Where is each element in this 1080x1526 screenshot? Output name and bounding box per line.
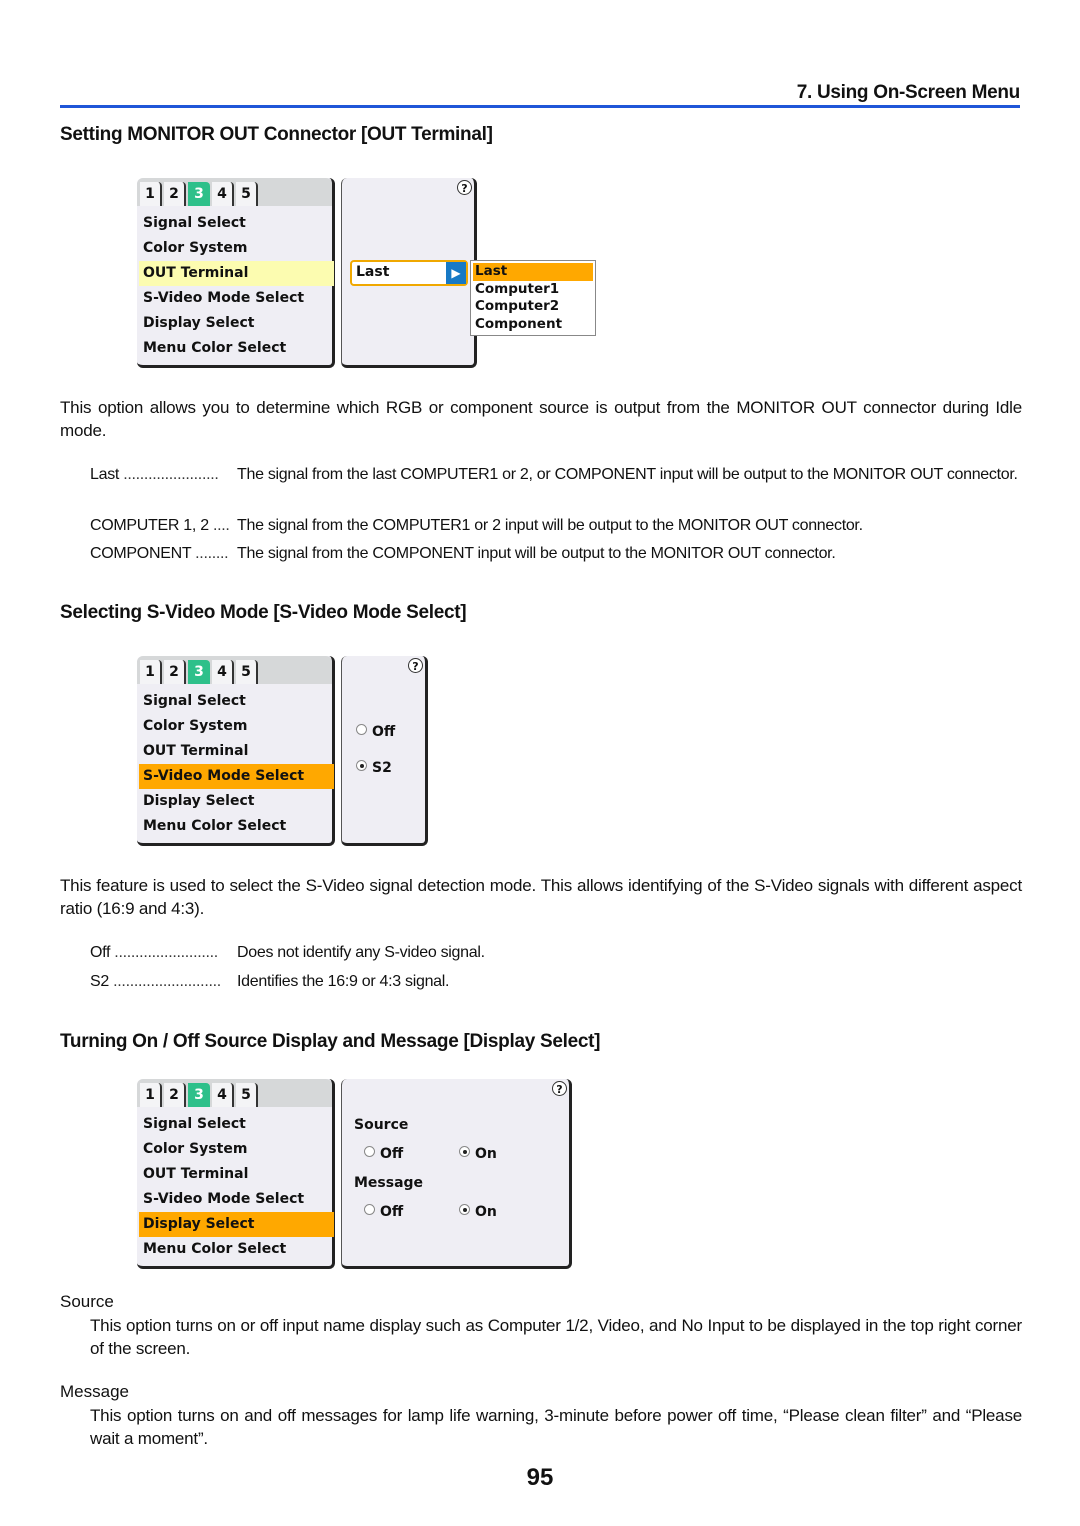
out-terminal-select-value: Last bbox=[356, 264, 390, 280]
source-radio-off[interactable]: Off bbox=[364, 1146, 403, 1162]
radio-unchecked-icon bbox=[364, 1146, 375, 1157]
radio-option-off[interactable]: Off bbox=[356, 724, 395, 740]
chapter-title: 7. Using On-Screen Menu bbox=[796, 82, 1021, 103]
osd-item-out-terminal[interactable]: OUT Terminal bbox=[139, 739, 334, 764]
osd-tab-4[interactable]: 4 bbox=[212, 1083, 234, 1107]
source-description: This option turns on or off input name d… bbox=[90, 1316, 1022, 1358]
definition-desc: Does not identify any S-video signal. bbox=[237, 944, 485, 961]
s-video-description: This feature is used to select the S-Vid… bbox=[60, 876, 1022, 918]
osd-item-menu-color-select[interactable]: Menu Color Select bbox=[139, 814, 334, 839]
osd-menu-panel: 1 2 3 4 5 Signal Select Color System OUT… bbox=[137, 1079, 335, 1269]
osd-tab-bar: 1 2 3 4 5 bbox=[137, 1079, 332, 1107]
dropdown-option-computer2[interactable]: Computer2 bbox=[473, 298, 593, 316]
osd-item-display-select[interactable]: Display Select bbox=[139, 1212, 334, 1237]
section-heading-display-select: Turning On / Off Source Display and Mess… bbox=[60, 1031, 601, 1052]
definition-term: COMPONENT bbox=[90, 545, 192, 562]
osd-item-signal-select[interactable]: Signal Select bbox=[139, 689, 334, 714]
osd-tab-5[interactable]: 5 bbox=[236, 182, 258, 206]
chevron-right-icon[interactable]: ▶ bbox=[446, 262, 466, 284]
osd-tab-4[interactable]: 4 bbox=[212, 660, 234, 684]
message-description: This option turns on and off messages fo… bbox=[90, 1406, 1022, 1448]
osd-tab-bar: 1 2 3 4 5 bbox=[137, 656, 332, 684]
osd-item-menu-color-select[interactable]: Menu Color Select bbox=[139, 336, 334, 361]
osd-item-s-video-mode-select[interactable]: S-Video Mode Select bbox=[139, 1187, 334, 1212]
definition-term: COMPUTER 1, 2 bbox=[90, 517, 209, 534]
source-radio-on[interactable]: On bbox=[459, 1146, 497, 1162]
osd-tab-5[interactable]: 5 bbox=[236, 1083, 258, 1107]
page-number: 95 bbox=[526, 1464, 554, 1491]
dropdown-option-computer1[interactable]: Computer1 bbox=[473, 281, 593, 299]
definition-term: S2 bbox=[90, 973, 109, 990]
osd-item-menu-color-select[interactable]: Menu Color Select bbox=[139, 1237, 334, 1262]
definition-desc: The signal from the COMPONENT input will… bbox=[237, 545, 836, 562]
message-label: Message bbox=[60, 1382, 129, 1401]
radio-checked-icon bbox=[356, 760, 367, 771]
osd-tab-3[interactable]: 3 bbox=[188, 1083, 210, 1107]
osd-tab-1[interactable]: 1 bbox=[140, 182, 162, 206]
osd-item-s-video-mode-select[interactable]: S-Video Mode Select bbox=[139, 286, 334, 311]
radio-unchecked-icon bbox=[356, 724, 367, 735]
message-group-label: Message bbox=[354, 1175, 424, 1191]
header-rule bbox=[60, 105, 1020, 108]
definition-row: COMPONENT ........ The signal from the C… bbox=[90, 542, 1022, 565]
osd-tab-5[interactable]: 5 bbox=[236, 660, 258, 684]
osd-menu-panel: 1 2 3 4 5 Signal Select Color System OUT… bbox=[137, 656, 335, 846]
definition-row: COMPUTER 1, 2 .... The signal from the C… bbox=[90, 514, 1022, 537]
definition-term: Last bbox=[90, 466, 120, 483]
osd-tab-3[interactable]: 3 bbox=[188, 182, 210, 206]
source-group-label: Source bbox=[354, 1117, 409, 1133]
help-icon[interactable]: ? bbox=[552, 1081, 567, 1096]
definition-desc: The signal from the last COMPUTER1 or 2,… bbox=[237, 466, 1018, 483]
osd-tab-1[interactable]: 1 bbox=[140, 1083, 162, 1107]
definition-desc: Identifies the 16:9 or 4:3 signal. bbox=[237, 973, 450, 990]
osd-tab-2[interactable]: 2 bbox=[164, 182, 186, 206]
osd-item-color-system[interactable]: Color System bbox=[139, 714, 334, 739]
osd-item-color-system[interactable]: Color System bbox=[139, 236, 334, 261]
osd-settings-panel: ? Off S2 bbox=[341, 656, 428, 846]
osd-tab-2[interactable]: 2 bbox=[164, 660, 186, 684]
radio-option-s2[interactable]: S2 bbox=[356, 760, 392, 776]
osd-settings-panel: ? Source Off On Message Off On bbox=[341, 1079, 572, 1269]
osd-tab-4[interactable]: 4 bbox=[212, 182, 234, 206]
osd-settings-panel: ? Last ▶ bbox=[341, 178, 477, 368]
osd-tab-2[interactable]: 2 bbox=[164, 1083, 186, 1107]
osd-item-signal-select[interactable]: Signal Select bbox=[139, 1112, 334, 1137]
osd-item-out-terminal[interactable]: OUT Terminal bbox=[139, 1162, 334, 1187]
dropdown-option-last[interactable]: Last bbox=[473, 263, 593, 281]
out-terminal-description: This option allows you to determine whic… bbox=[60, 398, 1022, 440]
definition-row: S2 .......................... Identifies… bbox=[90, 970, 1022, 993]
out-terminal-dropdown: Last Computer1 Computer2 Component bbox=[470, 260, 596, 336]
osd-item-display-select[interactable]: Display Select bbox=[139, 789, 334, 814]
osd-item-signal-select[interactable]: Signal Select bbox=[139, 211, 334, 236]
osd-item-color-system[interactable]: Color System bbox=[139, 1137, 334, 1162]
source-label: Source bbox=[60, 1292, 114, 1311]
out-terminal-select[interactable]: Last ▶ bbox=[350, 260, 468, 286]
help-icon[interactable]: ? bbox=[408, 658, 423, 673]
definition-row: Last ....................... The signal … bbox=[90, 463, 1022, 486]
osd-tab-1[interactable]: 1 bbox=[140, 660, 162, 684]
message-radio-on[interactable]: On bbox=[459, 1204, 497, 1220]
dropdown-option-component[interactable]: Component bbox=[473, 316, 593, 334]
osd-menu-panel: 1 2 3 4 5 Signal Select Color System OUT… bbox=[137, 178, 335, 368]
definition-row: Off ......................... Does not i… bbox=[90, 941, 1022, 964]
radio-checked-icon bbox=[459, 1204, 470, 1215]
osd-tab-bar: 1 2 3 4 5 bbox=[137, 178, 332, 206]
osd-tab-3[interactable]: 3 bbox=[188, 660, 210, 684]
osd-item-out-terminal[interactable]: OUT Terminal bbox=[139, 261, 334, 286]
section-heading-s-video-mode: Selecting S-Video Mode [S-Video Mode Sel… bbox=[60, 602, 467, 623]
radio-checked-icon bbox=[459, 1146, 470, 1157]
osd-item-display-select[interactable]: Display Select bbox=[139, 311, 334, 336]
radio-unchecked-icon bbox=[364, 1204, 375, 1215]
help-icon[interactable]: ? bbox=[457, 180, 472, 195]
section-heading-out-terminal: Setting MONITOR OUT Connector [OUT Termi… bbox=[60, 124, 493, 145]
message-radio-off[interactable]: Off bbox=[364, 1204, 403, 1220]
definition-desc: The signal from the COMPUTER1 or 2 input… bbox=[237, 517, 863, 534]
definition-term: Off bbox=[90, 944, 111, 961]
osd-item-s-video-mode-select[interactable]: S-Video Mode Select bbox=[139, 764, 334, 789]
